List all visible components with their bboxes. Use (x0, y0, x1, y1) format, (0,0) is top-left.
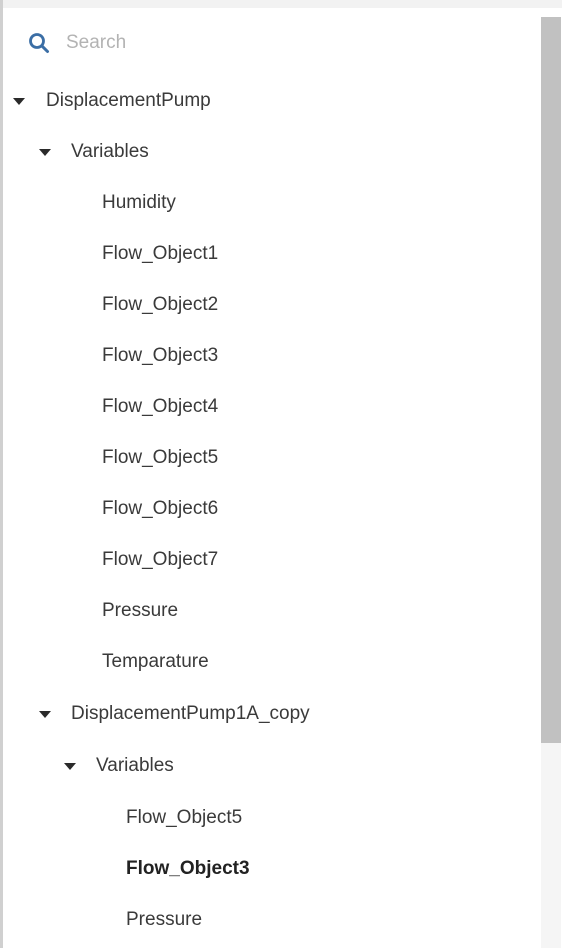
tree-leaf-item[interactable]: Flow_Object6 (102, 483, 218, 535)
tree-leaf-label: Humidity (102, 192, 176, 213)
caret-down-icon[interactable] (39, 710, 51, 718)
tree-leaf-label: Flow_Object1 (102, 243, 219, 264)
tree-leaf-label: Temparature (102, 651, 209, 672)
tree-leaf-label: Pressure (126, 909, 203, 930)
tree-leaf-label: Flow_Object6 (102, 498, 219, 519)
tree-leaf-item-selected[interactable]: Flow_Object3 (126, 843, 250, 895)
tree-node-displacementpump1a-copy[interactable]: DisplacementPump1A_copy (39, 688, 310, 740)
tree-leaf-label: Flow_Object7 (102, 549, 219, 570)
search-icon[interactable] (28, 32, 50, 54)
tree-leaf-item[interactable]: Pressure (102, 585, 178, 637)
search-bar[interactable] (6, 17, 533, 68)
tree-leaf-item[interactable]: Humidity (102, 177, 176, 229)
tree-leaf-label: Flow_Object5 (102, 447, 219, 468)
tree-panel: DisplacementPump Variables Humidity Flow… (0, 0, 562, 948)
tree-leaf-label: Flow_Object4 (102, 396, 219, 417)
tree-leaf-label: Flow_Object2 (102, 294, 219, 315)
tree-node-label: Variables (96, 755, 174, 776)
tree-leaf-label: Pressure (102, 600, 179, 621)
tree-leaf-item[interactable]: Temparature (102, 636, 209, 688)
tree-node-displacementpump[interactable]: DisplacementPump (13, 75, 211, 127)
tree-leaf-item[interactable]: Flow_Object2 (102, 279, 218, 331)
tree-node-label: DisplacementPump (46, 90, 211, 111)
tree-leaf-label: Flow_Object5 (126, 807, 243, 828)
tree-node-variables[interactable]: Variables (39, 126, 149, 178)
tree-node-variables[interactable]: Variables (64, 740, 174, 792)
tree-leaf-item[interactable]: Flow_Object1 (102, 228, 218, 280)
top-strip (3, 0, 562, 8)
caret-down-icon[interactable] (39, 148, 51, 156)
tree-node-label: Variables (71, 141, 149, 162)
search-input[interactable] (64, 30, 488, 55)
caret-down-icon[interactable] (13, 97, 25, 105)
tree-leaf-item[interactable]: Flow_Object3 (102, 330, 218, 382)
tree-leaf-label: Flow_Object3 (102, 345, 219, 366)
tree-leaf-item[interactable]: Flow_Object5 (126, 792, 242, 844)
tree-leaf-item[interactable]: Pressure (126, 894, 202, 946)
tree-leaf-label: Flow_Object3 (126, 858, 250, 879)
caret-down-icon[interactable] (64, 762, 76, 770)
tree-node-label: DisplacementPump1A_copy (71, 703, 310, 724)
tree-leaf-item[interactable]: Flow_Object4 (102, 381, 218, 433)
tree-leaf-item[interactable]: Flow_Object7 (102, 534, 218, 586)
scrollbar-thumb[interactable] (541, 17, 561, 743)
tree-leaf-item[interactable]: Flow_Object5 (102, 432, 218, 484)
